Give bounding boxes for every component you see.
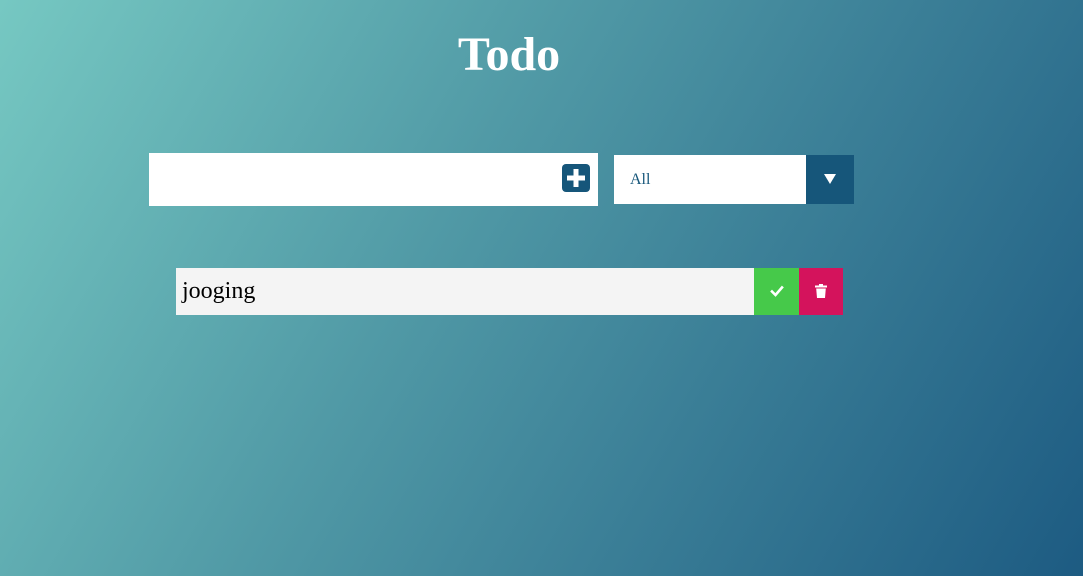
trash-icon — [815, 284, 827, 298]
plus-icon — [567, 169, 585, 187]
todo-item: jooging — [176, 268, 843, 315]
filter-selected-value: All — [630, 171, 651, 188]
todo-list: jooging — [176, 268, 843, 315]
filter-dropdown-button[interactable] — [806, 155, 854, 204]
todo-input-container — [149, 153, 598, 206]
delete-todo-button[interactable] — [799, 268, 843, 315]
todo-input[interactable] — [149, 153, 549, 206]
page-title: Todo — [457, 28, 561, 81]
check-icon — [769, 285, 784, 297]
complete-todo-button[interactable] — [754, 268, 799, 315]
filter-select[interactable]: All — [614, 155, 854, 204]
todo-item-text: jooging — [182, 278, 256, 304]
todo-app: { "app": { "title": "Todo" }, "input": {… — [0, 0, 1083, 576]
caret-down-icon — [824, 174, 836, 184]
add-todo-button[interactable] — [562, 164, 590, 192]
